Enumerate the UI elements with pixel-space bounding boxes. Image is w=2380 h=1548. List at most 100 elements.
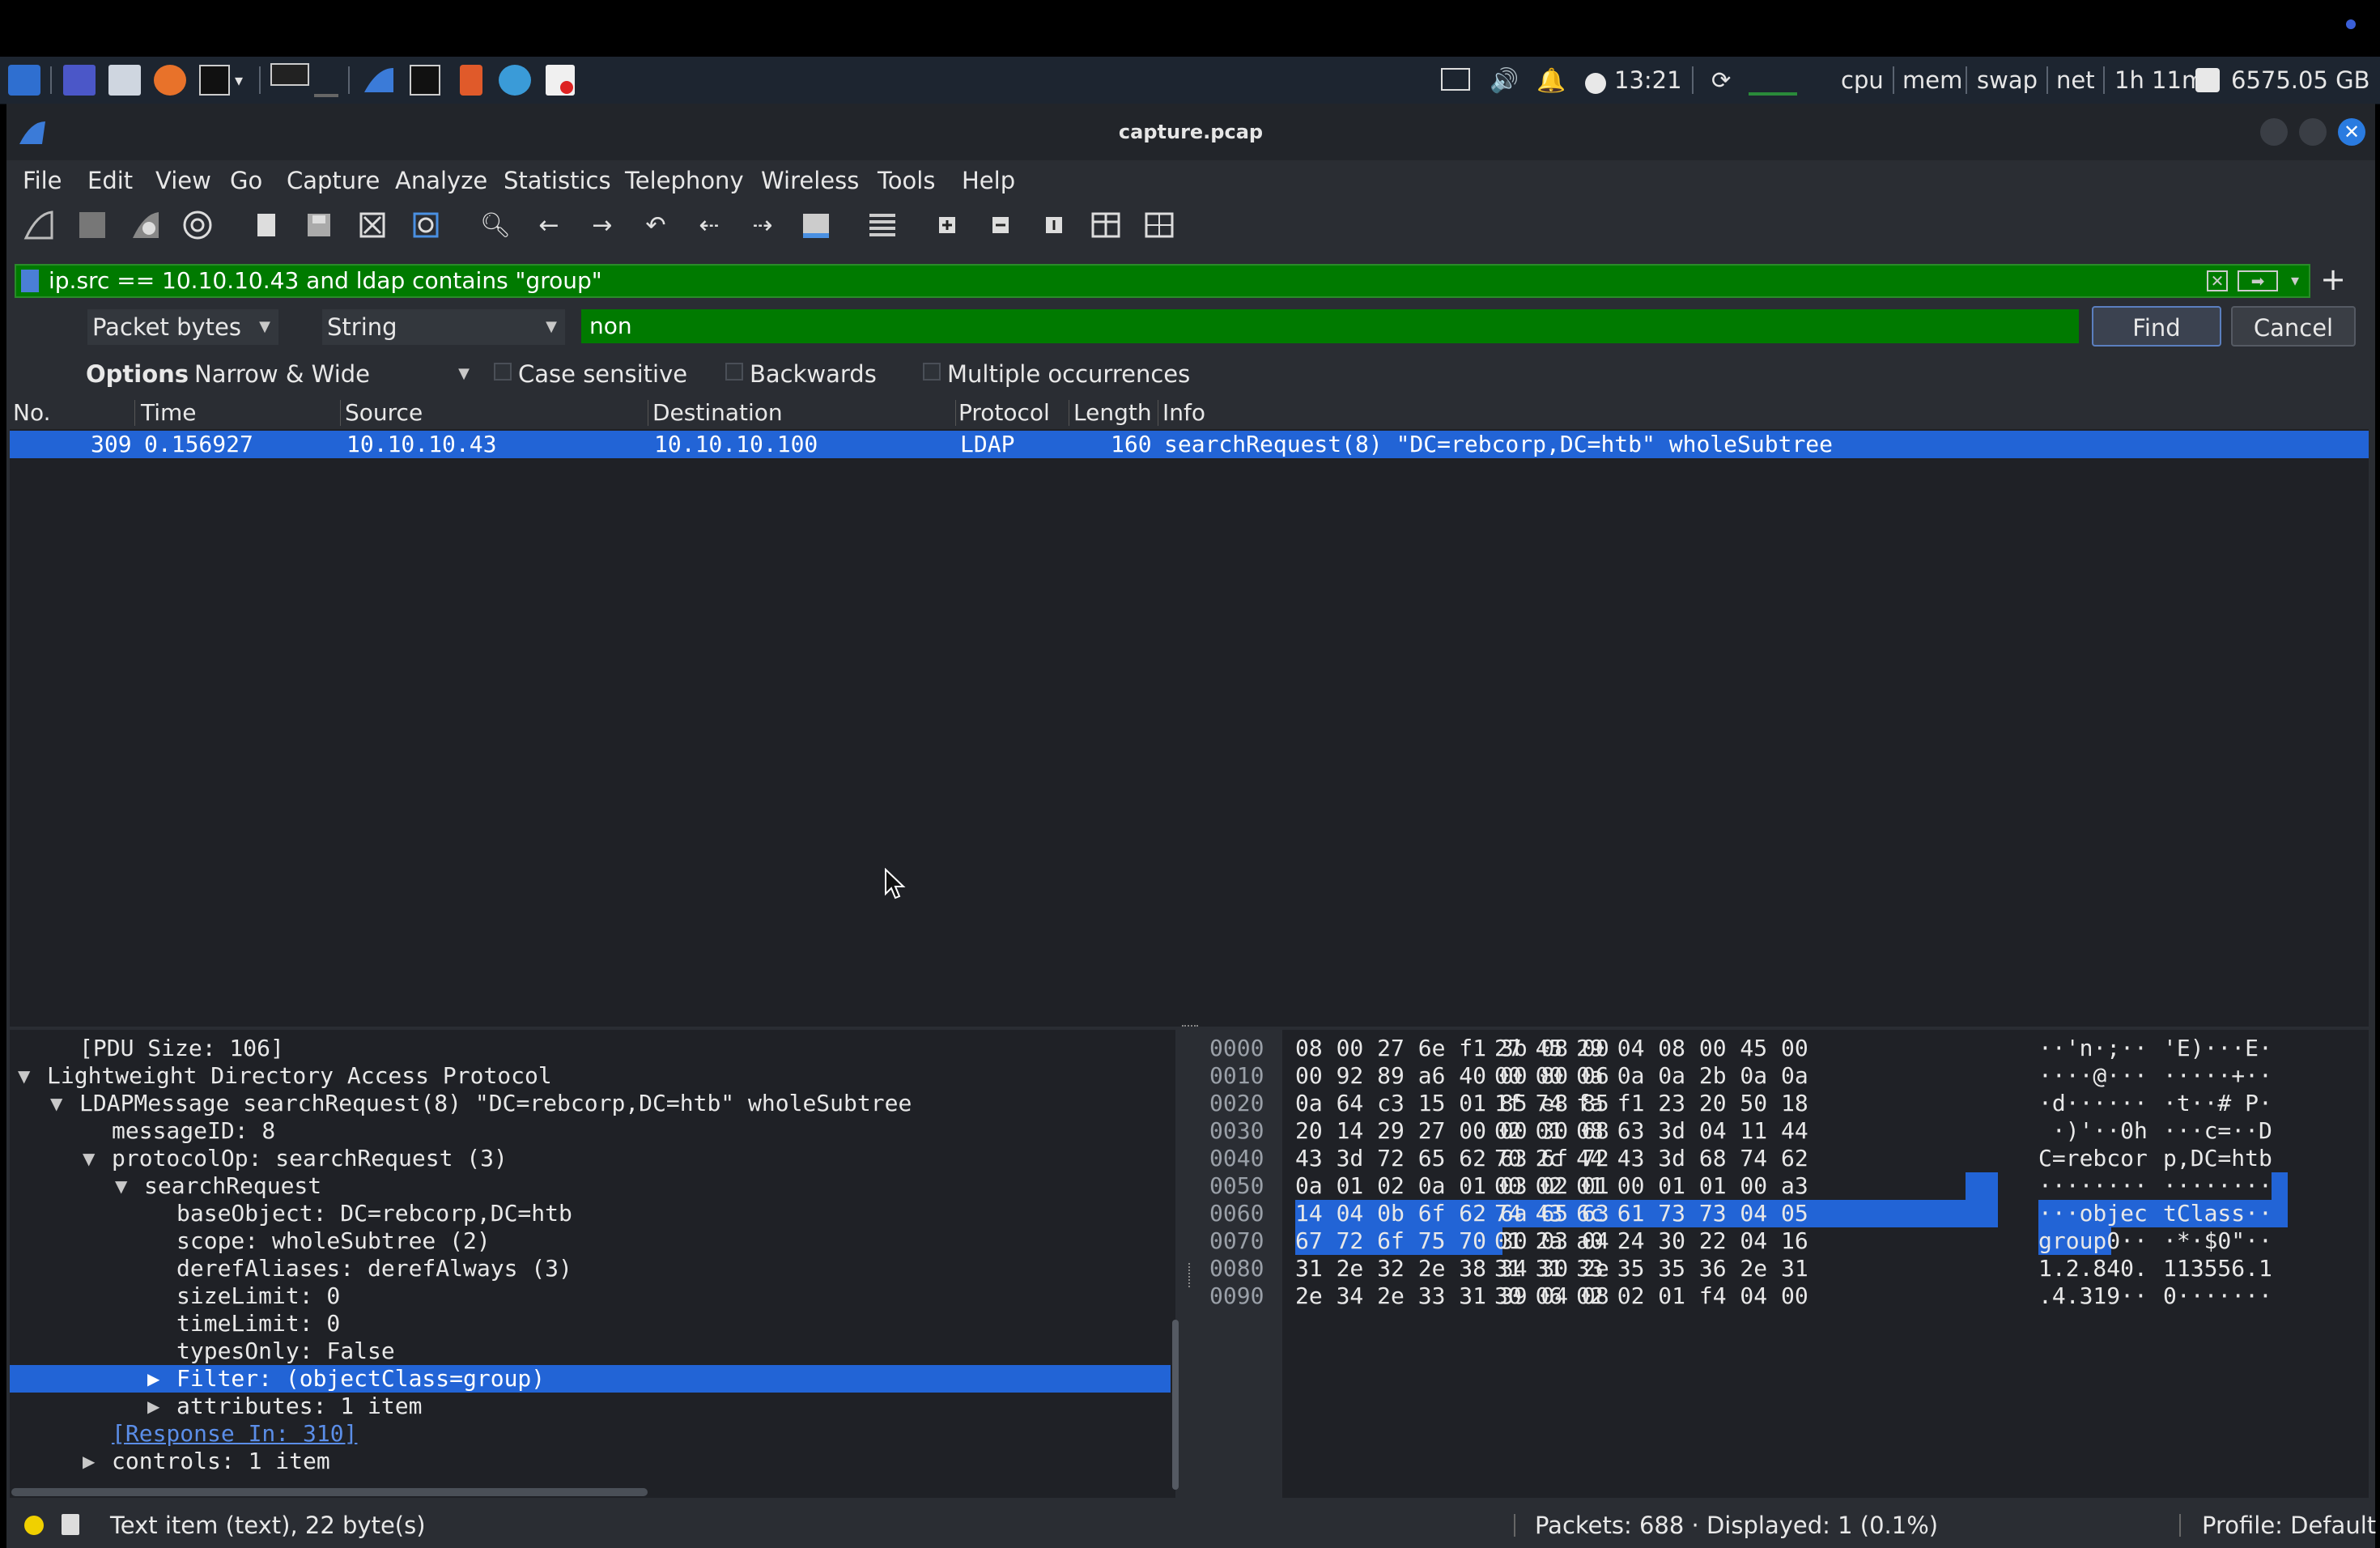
expanded-arrow-icon[interactable]: ▼ [115,1172,127,1200]
zoom-in-icon[interactable] [929,207,965,243]
col-protocol[interactable]: Protocol [958,397,1050,429]
byte-offset[interactable]: 0030 [1209,1117,1264,1145]
menu-view[interactable]: View [155,160,211,201]
pane-splitter-handle-vertical[interactable] [1188,1263,1193,1287]
search-type-select[interactable]: String ▼ [322,309,565,345]
search-in-select[interactable]: Packet bytes ▼ [87,309,278,345]
detail-ldap-message[interactable]: LDAPMessage searchRequest(8) "DC=rebcorp… [79,1090,912,1117]
multiple-occurrences-checkbox[interactable] [923,363,941,381]
hex-bytes-right[interactable]: 1f 74 fa f1 23 20 50 18 [1494,1090,1808,1117]
status-profile[interactable]: Profile: Default [2202,1503,2376,1548]
window-thumbnail-icon[interactable] [270,63,309,86]
byte-offset[interactable]: 0090 [1209,1282,1264,1310]
detail-pdu-size[interactable]: [PDU Size: 106] [79,1035,284,1062]
response-in-link[interactable]: [Response In: 310] [112,1420,357,1448]
col-source[interactable]: Source [345,397,423,429]
apply-filter-icon[interactable]: ➡ [2238,270,2278,291]
display-filter-bar[interactable]: ip.src == 10.10.10.43 and ldap contains … [15,264,2310,298]
normal-size-icon[interactable] [1036,207,1072,243]
byte-offset[interactable]: 0040 [1209,1145,1264,1172]
detail-size-limit[interactable]: sizeLimit: 0 [176,1282,340,1310]
packet-list[interactable] [10,397,2369,1027]
ascii-left[interactable]: ·)'··0h [2038,1117,2148,1145]
collapsed-arrow-icon[interactable]: ▶ [83,1448,95,1475]
wireshark-icon[interactable] [361,65,397,96]
bell-icon[interactable]: 🔔 [1536,65,1566,96]
workspace-icon[interactable] [63,65,96,96]
detail-base-object[interactable]: baseObject: DC=rebcorp,DC=htb [176,1200,572,1227]
menu-telephony[interactable]: Telephony [625,160,744,201]
byte-offset[interactable]: 0070 [1209,1227,1264,1255]
save-file-icon[interactable] [301,207,337,243]
go-back-icon[interactable]: ← [531,207,567,243]
ascii-right[interactable]: 113556.1 [2163,1255,2272,1282]
backwards-checkbox[interactable] [725,363,743,381]
ascii-right[interactable]: ···c=··D [2163,1117,2272,1145]
burp-icon[interactable] [460,65,482,96]
case-sensitive-checkbox[interactable] [494,363,512,381]
filter-history-chevron-icon[interactable]: ▾ [2291,267,2307,293]
clear-filter-icon[interactable]: ✕ [2207,270,2228,291]
firefox-icon[interactable] [154,65,186,96]
hex-bytes-right[interactable]: 00 00 0a 0a 0a 2b 0a 0a [1494,1062,1808,1090]
ascii-left[interactable]: .4.319·· [2038,1282,2148,1310]
expand-subtrees-icon[interactable] [1141,207,1177,243]
detail-filter[interactable]: Filter: (objectClass=group) [176,1365,545,1393]
close-button[interactable]: ✕ [2338,118,2365,146]
col-length[interactable]: Length [1073,397,1152,429]
menu-capture[interactable]: Capture [287,160,380,201]
document-icon[interactable] [546,65,575,96]
detail-deref-aliases[interactable]: derefAliases: derefAlways (3) [176,1255,572,1282]
expanded-arrow-icon[interactable]: ▼ [83,1145,95,1172]
volume-icon[interactable]: 🔊 [1490,65,1519,96]
close-file-icon[interactable] [355,207,390,243]
detail-message-id[interactable]: messageID: 8 [112,1117,275,1145]
ascii-right[interactable]: ·*·$0"·· [2163,1227,2272,1255]
window-thumbnail-icon-2[interactable] [314,94,338,97]
autoscroll-icon[interactable] [798,207,834,243]
detail-types-only[interactable]: typesOnly: False [176,1337,395,1365]
maximize-button[interactable] [2299,118,2327,146]
ascii-right[interactable]: tClass·· [2163,1200,2272,1227]
col-info[interactable]: Info [1162,397,1205,429]
table-row[interactable]: 309 0.156927 10.10.10.43 10.10.10.100 LD… [10,431,2369,458]
cancel-button[interactable]: Cancel [2231,306,2356,347]
ascii-left[interactable]: C=rebcor [2038,1145,2148,1172]
browser-icon[interactable] [499,65,531,96]
open-file-icon[interactable] [249,207,285,243]
ascii-left[interactable]: ···objec [2038,1200,2148,1227]
terminal-icon-2[interactable] [410,65,440,96]
detail-controls[interactable]: controls: 1 item [112,1448,330,1475]
expanded-arrow-icon[interactable]: ▼ [50,1090,62,1117]
go-last-packet-icon[interactable]: ⇢ [745,207,780,243]
clock-time[interactable]: 13:21 [1614,65,1682,96]
pane-splitter-handle[interactable] [1182,1025,1198,1033]
ascii-left[interactable]: ·d······ [2038,1090,2148,1117]
byte-offset[interactable]: 0080 [1209,1255,1264,1282]
reload-file-icon[interactable] [408,207,444,243]
col-time[interactable]: Time [141,397,197,429]
chevron-down-icon[interactable]: ▾ [235,65,243,96]
hex-bytes-right[interactable]: 70 2c 44 43 3d 68 74 62 [1494,1145,1808,1172]
collapsed-arrow-icon[interactable]: ▶ [147,1393,159,1420]
byte-offset[interactable]: 0050 [1209,1172,1264,1200]
display-filter-input[interactable]: ip.src == 10.10.10.43 and ldap contains … [49,266,602,296]
add-filter-button-icon[interactable]: + [2318,259,2348,300]
ascii-right[interactable]: ·t··# P· [2163,1090,2272,1117]
detail-scope[interactable]: scope: wholeSubtree (2) [176,1227,491,1255]
details-horizontal-scrollbar[interactable] [11,1488,648,1496]
hex-bytes-right[interactable]: 27 45 29 04 08 00 45 00 [1494,1035,1808,1062]
stop-capture-icon[interactable] [74,207,110,243]
find-packet-icon[interactable]: 🔍︎ [478,207,513,243]
menu-wireless[interactable]: Wireless [761,160,859,201]
file-manager-icon[interactable] [108,65,141,96]
byte-offset[interactable]: 0000 [1209,1035,1264,1062]
menu-edit[interactable]: Edit [87,160,133,201]
ascii-left[interactable]: ····@··· [2038,1062,2148,1090]
refresh-icon[interactable]: ⟳ [1711,65,1731,96]
go-to-packet-icon[interactable]: ↶ [638,207,674,243]
detail-search-request[interactable]: searchRequest [144,1172,321,1200]
kali-menu-icon[interactable] [8,65,40,96]
hex-bytes-right[interactable]: 00 02 01 00 01 01 00 a3 [1494,1172,1808,1200]
go-forward-icon[interactable]: → [584,207,620,243]
